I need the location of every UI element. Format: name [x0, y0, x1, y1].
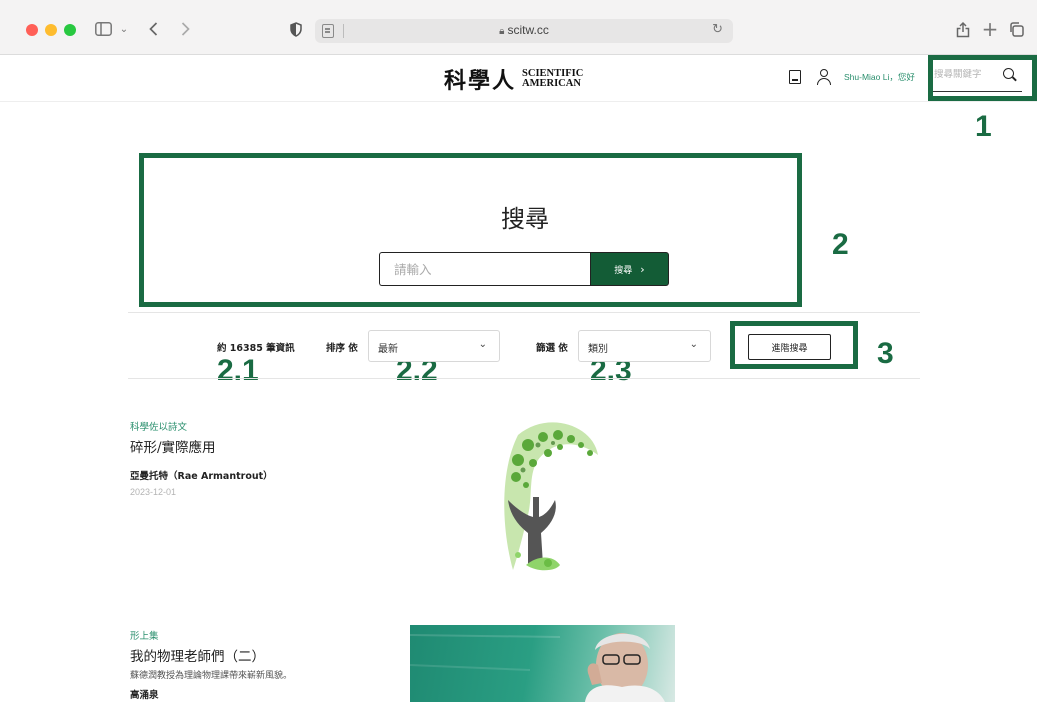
site-logo[interactable]: 科學人 SCIENTIFIC AMERICAN — [444, 64, 583, 94]
article-category[interactable]: 形上集 — [130, 628, 159, 642]
category-select-value: 類別 — [588, 344, 608, 355]
chevron-right-icon: › — [640, 262, 645, 276]
tab-overview-icon[interactable] — [1007, 16, 1025, 42]
article-author[interactable]: 高涌泉 — [130, 687, 159, 701]
chevron-down-icon: ⌄ — [689, 339, 698, 350]
article-title[interactable]: 我的物理老師們（二） — [130, 645, 265, 665]
user-greeting[interactable]: Shu-Miao Li，您好 — [844, 71, 915, 83]
divider-bottom — [128, 378, 920, 379]
site-header: 科學人 SCIENTIFIC AMERICAN Shu-Miao Li，您好 — [0, 55, 1037, 102]
new-tab-icon[interactable]: + — [982, 16, 999, 42]
close-window-button[interactable] — [26, 24, 38, 36]
annotation-number-1: 1 — [975, 110, 992, 143]
article-author[interactable]: 亞曼托特（Rae Armantrout） — [130, 468, 273, 482]
minimize-window-button[interactable] — [45, 24, 57, 36]
annotation-number-2: 2 — [832, 228, 849, 261]
divider-top — [128, 312, 920, 313]
result-count: 約 16385 筆資訊 — [217, 343, 295, 354]
browser-toolbar: ⌄ 🔒︎ scitw.cc ↻ + — [0, 0, 1037, 55]
annotation-number-3: 3 — [877, 337, 894, 370]
address-url: 🔒︎ scitw.cc — [499, 23, 549, 37]
sort-select[interactable]: 最新 ⌄ — [368, 330, 500, 362]
filter-label: 篩選 依 — [536, 343, 568, 354]
privacy-shield-icon[interactable] — [288, 16, 304, 42]
search-page-title: 搜尋 — [501, 205, 549, 233]
annotation-box-1 — [928, 55, 1037, 101]
advanced-search-button[interactable]: 進階搜尋 — [748, 334, 831, 360]
article-title[interactable]: 碎形/實際應用 — [130, 436, 216, 456]
magazine-icon[interactable] — [787, 66, 805, 88]
logo-english: SCIENTIFIC AMERICAN — [522, 68, 584, 89]
article-thumbnail-fractal[interactable] — [498, 415, 610, 573]
user-icon[interactable] — [815, 66, 833, 88]
chevron-down-icon: ⌄ — [478, 339, 487, 350]
article-category[interactable]: 科學佐以詩文 — [130, 419, 187, 433]
search-input[interactable] — [379, 252, 591, 286]
article-thumbnail-teacher[interactable] — [410, 625, 675, 702]
lock-icon: 🔒︎ — [499, 26, 505, 37]
share-icon[interactable] — [955, 16, 971, 42]
category-select[interactable]: 類別 ⌄ — [578, 330, 711, 362]
chevron-down-icon[interactable]: ⌄ — [118, 16, 130, 42]
article-summary: 蘇德潤教授為理論物理課帶來嶄新風貌。 — [130, 671, 293, 681]
logo-chinese: 科學人 — [444, 68, 517, 94]
forward-icon[interactable] — [178, 16, 192, 42]
annotation-number-2-1: 2.1 — [217, 354, 259, 387]
address-bar[interactable]: 🔒︎ scitw.cc ↻ — [315, 19, 733, 43]
back-icon[interactable] — [146, 16, 160, 42]
search-button[interactable]: 搜尋 › — [590, 252, 669, 286]
sidebar-toggle-icon[interactable] — [94, 16, 112, 42]
sort-select-value: 最新 — [378, 344, 398, 355]
zoom-window-button[interactable] — [64, 24, 76, 36]
reload-icon[interactable]: ↻ — [712, 22, 723, 37]
article-date: 2023-12-01 — [130, 487, 177, 497]
sort-label: 排序 依 — [326, 343, 358, 354]
